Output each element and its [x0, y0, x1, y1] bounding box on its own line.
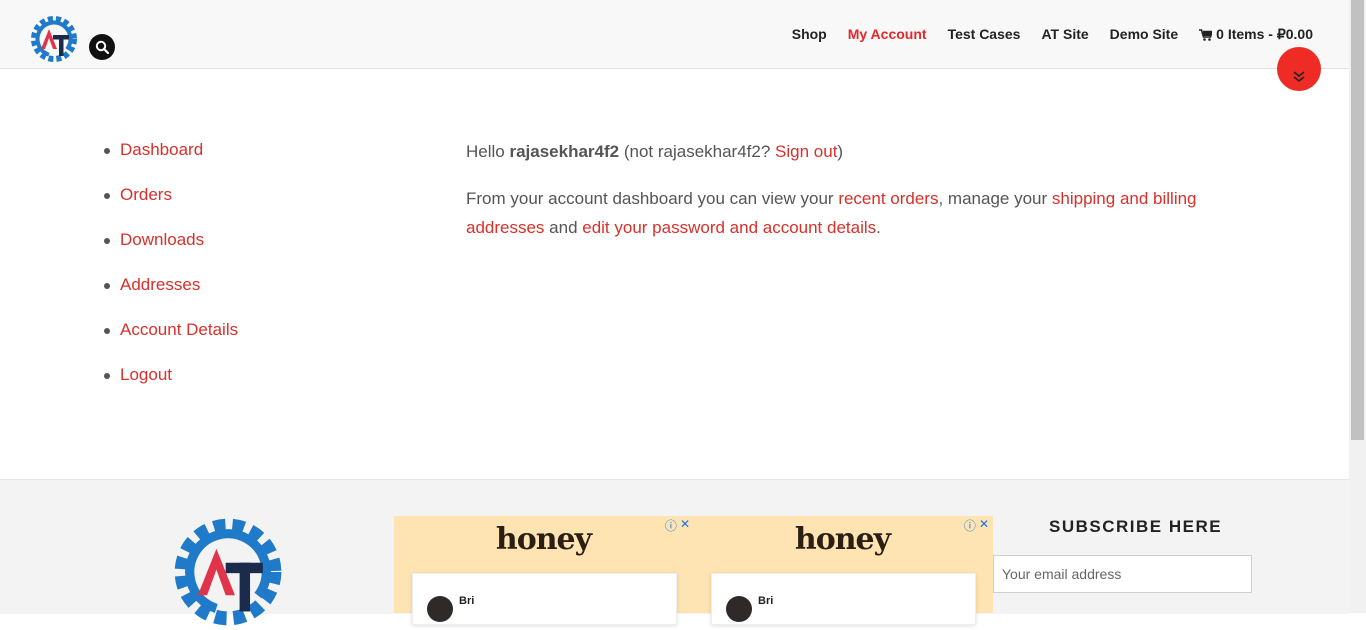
site-header: Shop My Account Test Cases AT Site Demo … — [0, 0, 1349, 69]
nav-my-account[interactable]: My Account — [848, 26, 927, 43]
cart-icon — [1199, 28, 1213, 41]
scrollbar-thumb[interactable] — [1351, 0, 1364, 440]
sign-out-link[interactable]: Sign out — [775, 142, 837, 161]
username: rajasekhar4f2 — [509, 142, 620, 161]
ad-close-icon[interactable]: ✕ — [680, 517, 690, 534]
account-nav-addresses: Addresses — [104, 272, 238, 317]
greeting-text: Hello — [466, 142, 510, 161]
dashboard-link[interactable]: Dashboard — [120, 140, 203, 159]
intro-text: From your account dashboard you can view… — [466, 189, 839, 208]
subscribe-email-input[interactable] — [993, 555, 1252, 593]
ad-unit[interactable]: honey ⓘ ✕ Bri — [394, 516, 693, 625]
account-nav-dashboard: Dashboard — [104, 137, 238, 182]
nav-shop[interactable]: Shop — [792, 26, 827, 43]
ad-card: Bri — [412, 573, 677, 625]
ad-brand-logo: honey — [794, 522, 891, 557]
account-dashboard-content: Hello rajasekhar4f2 (not rajasekhar4f2? … — [466, 137, 1206, 260]
ad-info-icon[interactable]: ⓘ — [665, 517, 677, 534]
ad-author-name: Bri — [459, 595, 475, 607]
account-nav-orders: Orders — [104, 182, 238, 227]
and-text: and — [544, 218, 583, 237]
ad-card: Bri — [711, 573, 976, 625]
addresses-link[interactable]: Addresses — [120, 275, 200, 294]
ad-info-icon[interactable]: ⓘ — [964, 517, 976, 534]
nav-test-cases[interactable]: Test Cases — [948, 26, 1021, 43]
site-logo[interactable] — [29, 14, 79, 64]
ad-controls: ⓘ ✕ — [964, 517, 989, 534]
not-user-text: (not rajasekhar4f2? — [619, 142, 776, 161]
avatar — [726, 596, 752, 622]
greeting-paragraph: Hello rajasekhar4f2 (not rajasekhar4f2? … — [466, 137, 1206, 166]
ad-brand-logo: honey — [495, 522, 592, 557]
manage-text: , manage your — [938, 189, 1052, 208]
close-paren: ) — [837, 142, 844, 161]
account-navigation: Dashboard Orders Downloads Addresses Acc… — [104, 137, 238, 407]
search-button[interactable] — [89, 34, 115, 60]
downloads-link[interactable]: Downloads — [120, 230, 204, 249]
recent-orders-link[interactable]: recent orders — [838, 189, 938, 208]
account-nav-logout: Logout — [104, 362, 238, 407]
chevron-double-down-icon — [1293, 71, 1305, 83]
avatar — [427, 596, 453, 622]
nav-at-site[interactable]: AT Site — [1041, 26, 1088, 43]
nav-cart[interactable]: 0 Items - ₽0.00 — [1199, 26, 1313, 43]
period-text: . — [876, 218, 881, 237]
ad-controls: ⓘ ✕ — [665, 517, 690, 534]
cart-summary: 0 Items - ₽0.00 — [1216, 26, 1313, 42]
nav-demo-site[interactable]: Demo Site — [1110, 26, 1178, 43]
search-icon — [95, 40, 109, 54]
account-nav-downloads: Downloads — [104, 227, 238, 272]
header-toggle-button[interactable] — [1277, 47, 1321, 91]
ad-unit[interactable]: honey ⓘ ✕ Bri — [693, 516, 992, 625]
orders-link[interactable]: Orders — [120, 185, 172, 204]
ad-author-name: Bri — [758, 595, 774, 607]
ad-close-icon[interactable]: ✕ — [979, 517, 989, 534]
main-nav: Shop My Account Test Cases AT Site Demo … — [792, 26, 1313, 43]
subscribe-heading: SUBSCRIBE HERE — [1049, 517, 1223, 536]
advertisement[interactable]: honey ⓘ ✕ Bri honey ⓘ ✕ Bri — [394, 516, 993, 625]
account-details-link[interactable]: Account Details — [120, 320, 238, 339]
logout-link[interactable]: Logout — [120, 365, 172, 384]
intro-paragraph: From your account dashboard you can view… — [466, 184, 1206, 242]
edit-account-link[interactable]: edit your password and account details — [582, 218, 876, 237]
account-nav-account-details: Account Details — [104, 317, 238, 362]
